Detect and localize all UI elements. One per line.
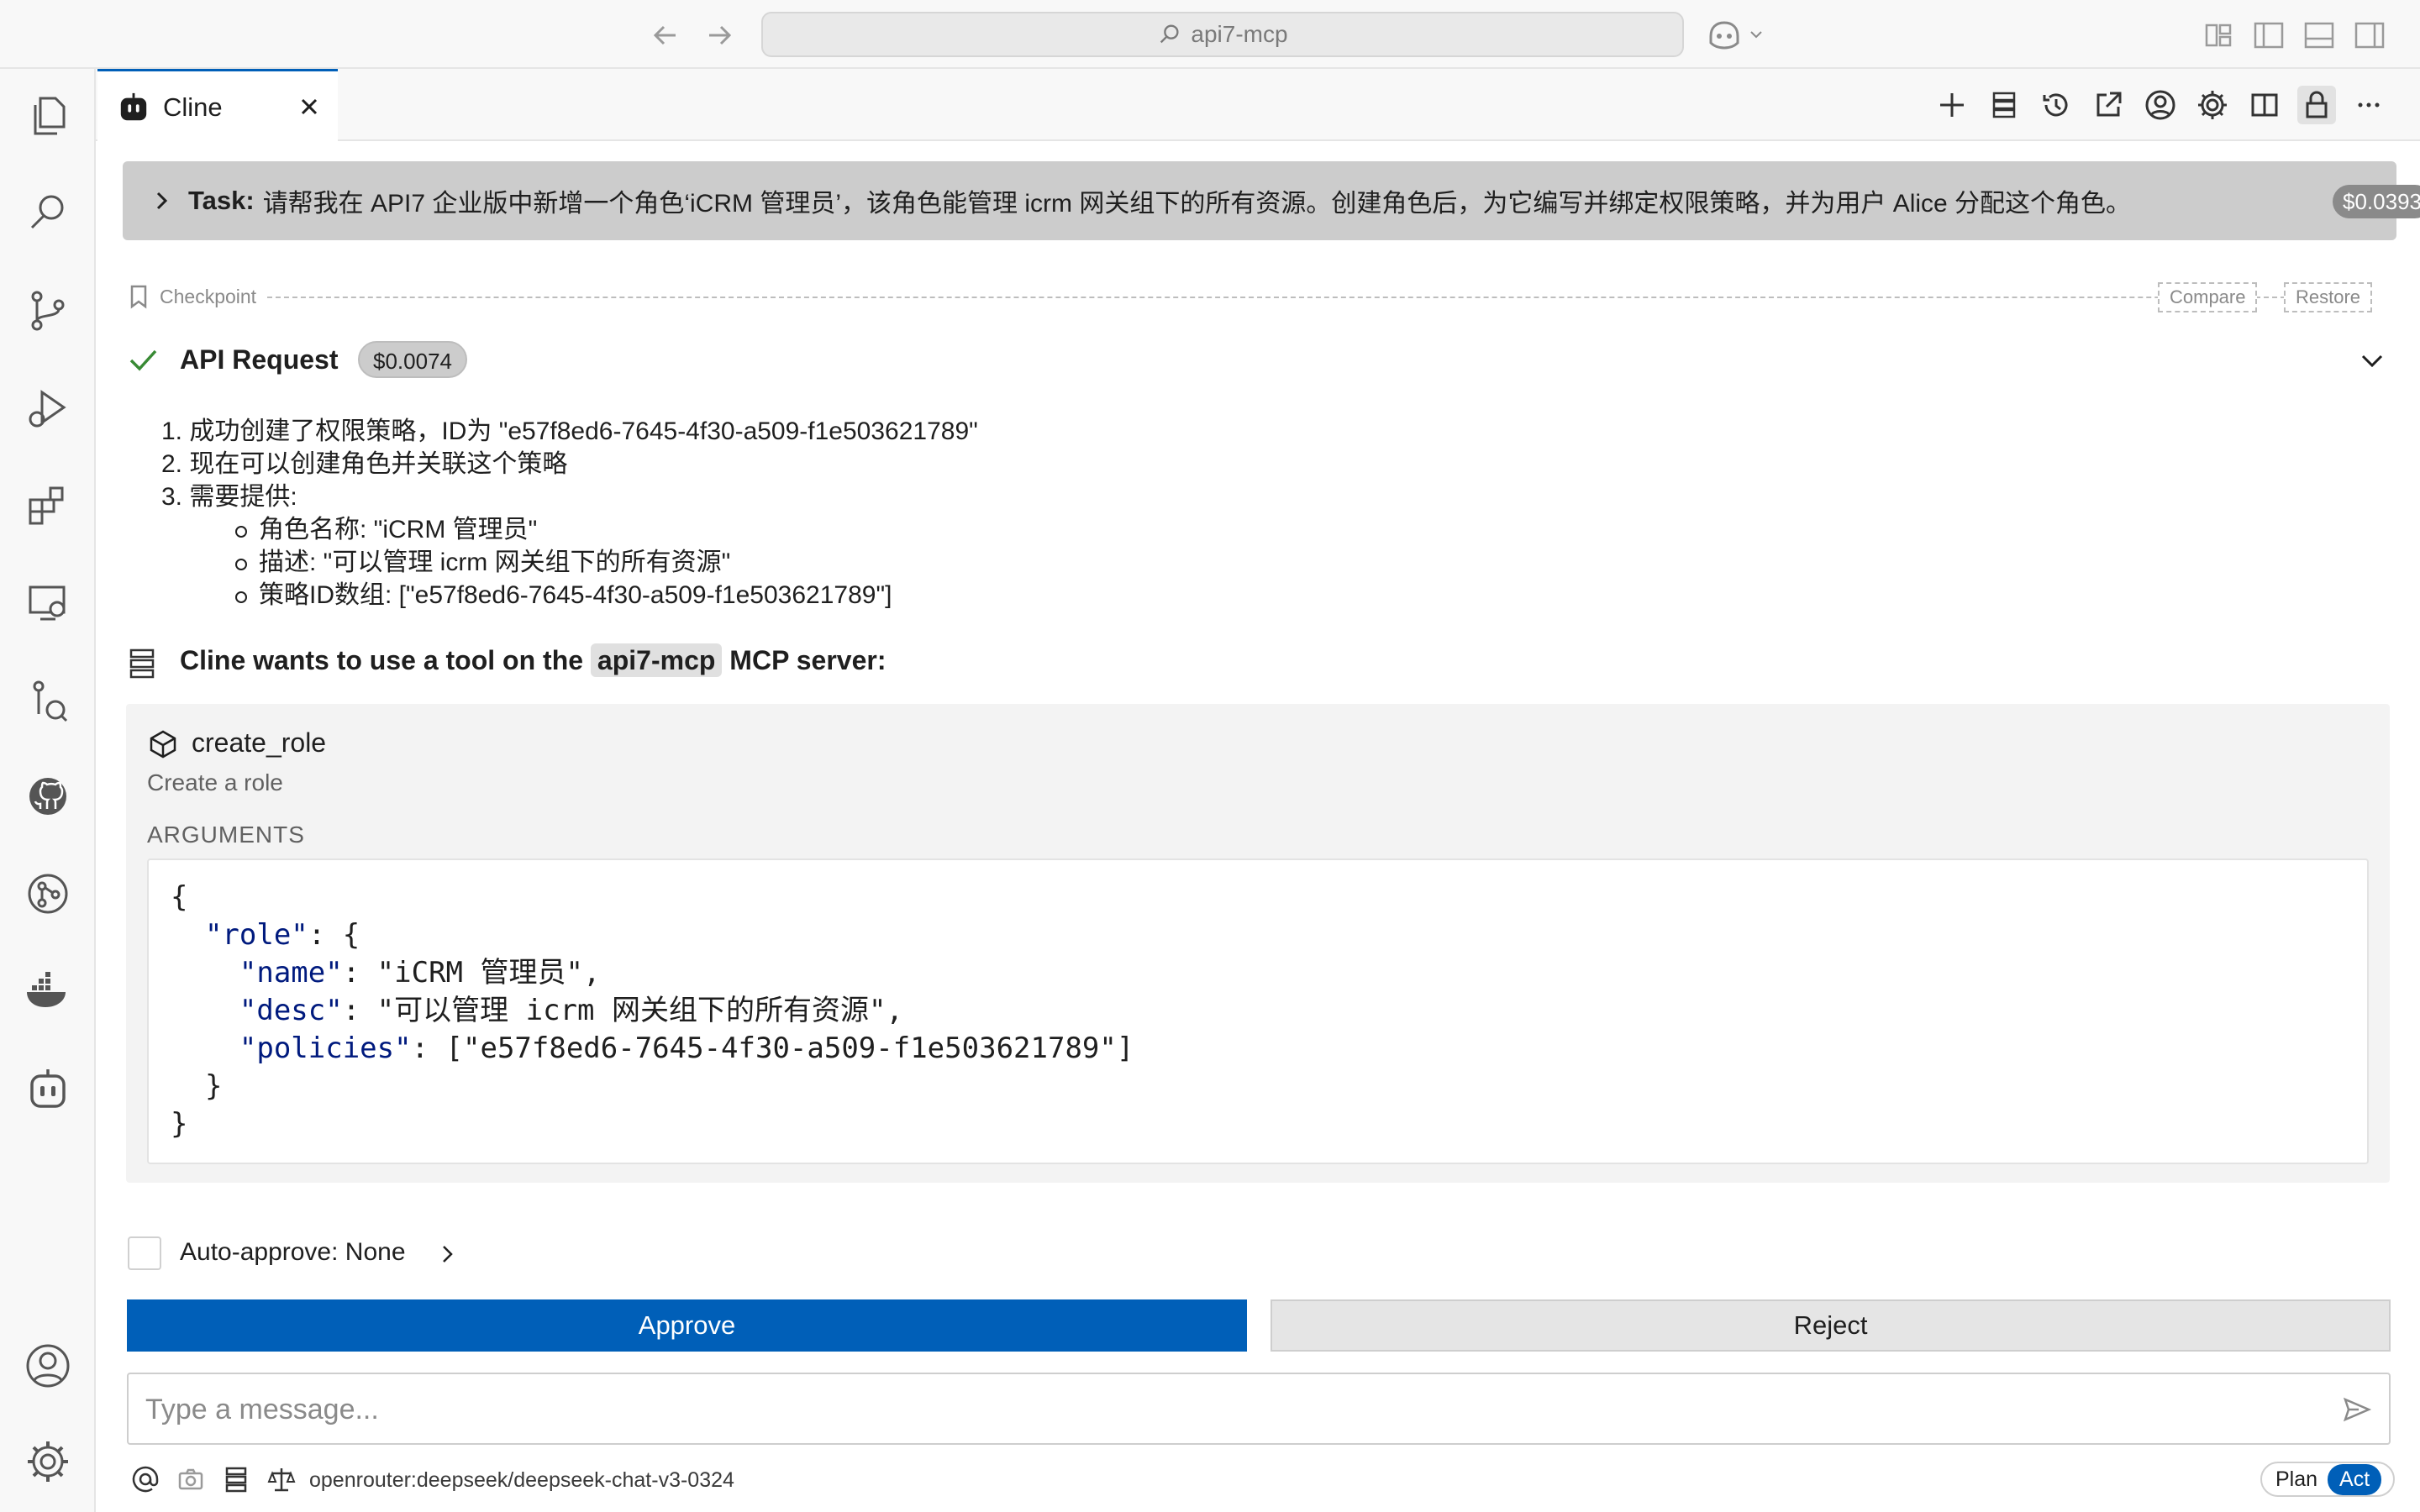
plan-mode-option[interactable]: Plan [2265,1464,2328,1495]
message-box [127,1373,2391,1445]
settings-gear-icon[interactable] [2193,86,2232,124]
chevron-right-icon[interactable] [150,188,175,213]
toggle-primary-sidebar-icon[interactable] [2250,17,2287,54]
sub-list-item: 策略ID数组: ["e57f8ed6-7645-4f30-a509-f1e503… [161,579,978,612]
task-label: Task: [188,186,255,215]
compare-button[interactable]: Compare [2158,282,2258,312]
remote-explorer-icon[interactable] [23,578,73,628]
manage-gear-icon[interactable] [23,1436,73,1487]
new-task-plus-icon[interactable] [1933,86,1971,124]
back-arrow-icon[interactable] [647,17,684,54]
task-header[interactable]: Task: 请帮我在 API7 企业版中新增一个角色‘iCRM 管理员’，该角色… [123,161,2420,240]
mcp-servers-icon[interactable] [1985,86,2023,124]
tab-cline[interactable]: Cline [97,69,338,143]
task-text: 请帮我在 API7 企业版中新增一个角色‘iCRM 管理员’，该角色能管理 ic… [262,190,2132,218]
reject-button[interactable]: Reject [1270,1299,2391,1352]
cline-tab-icon [120,92,147,120]
camera-icon[interactable] [176,1465,205,1494]
more-actions-icon[interactable] [2349,86,2388,124]
search-text: api7-mcp [1191,21,1288,47]
list-item: 1. 成功创建了权限策略，ID为 "e57f8ed6-7645-4f30-a50… [161,417,978,445]
restore-button[interactable]: Restore [2284,282,2373,312]
message-input[interactable] [145,1389,2296,1430]
send-icon[interactable] [2340,1393,2374,1426]
forward-arrow-icon[interactable] [701,17,738,54]
checkmark-icon [129,349,157,371]
gitlens-icon[interactable] [23,869,73,919]
chevron-down-icon [1750,31,1762,39]
package-cube-icon [150,730,176,759]
rules-scale-icon[interactable] [267,1465,296,1494]
toggle-secondary-sidebar-icon[interactable] [2351,17,2388,54]
chat-footer: openrouter:deepseek/deepseek-chat-v3-032… [128,1462,2396,1499]
act-mode-option[interactable]: Act [2328,1463,2382,1495]
split-editor-icon[interactable] [2245,86,2284,124]
title-bar: api7-mcp [0,0,2420,69]
api-request-cost-badge: $0.0074 [358,341,467,378]
docker-icon[interactable] [23,966,73,1016]
server-icon [129,648,155,679]
chevron-right-icon[interactable] [437,1242,459,1267]
tool-name: create_role [192,727,327,758]
model-selector[interactable]: openrouter:deepseek/deepseek-chat-v3-032… [309,1468,734,1493]
popout-icon[interactable] [2089,86,2128,124]
explorer-icon[interactable] [23,91,73,141]
run-debug-icon[interactable] [23,383,73,433]
mcp-servers-icon[interactable] [222,1465,250,1494]
chevron-down-icon[interactable] [2358,346,2386,375]
list-item: 2. 现在可以创建角色并关联这个策略 [161,450,568,478]
github-icon[interactable] [23,771,73,822]
cline-robot-icon[interactable] [23,1063,73,1114]
list-item: 3. 需要提供: [161,483,297,511]
bookmark-icon [130,285,147,309]
search-icon[interactable] [23,186,73,237]
copilot-icon [1709,21,1739,50]
auto-approve-checkbox[interactable] [128,1236,161,1270]
task-cost-badge: $0.0393 [2333,185,2420,218]
at-mention-icon[interactable] [131,1465,160,1494]
arguments-label: ARGUMENTS [147,822,305,848]
history-icon[interactable] [2037,86,2075,124]
mcp-server-name: api7-mcp [590,643,723,677]
source-control-icon[interactable] [23,286,73,336]
close-icon[interactable] [294,92,324,122]
git-graph-icon[interactable] [23,675,73,726]
checkpoint-row: Checkpoint Compare Restore [128,282,2396,312]
plan-act-toggle[interactable]: Plan Act [2260,1462,2395,1497]
checkpoint-label: Checkpoint [160,286,257,307]
auto-approve-label[interactable]: Auto-approve: None [180,1238,406,1267]
copilot-menu[interactable] [1706,15,1773,54]
lock-icon[interactable] [2297,86,2336,124]
sub-list-item: 描述: "可以管理 icrm 网关组下的所有资源" [161,546,978,579]
sub-list-item: 角色名称: "iCRM 管理员" [161,513,978,546]
tool-description: Create a role [147,769,283,795]
search-icon [1160,24,1179,44]
approve-button[interactable]: Approve [127,1299,1247,1352]
account-icon[interactable] [23,1341,73,1391]
mcp-request-title: Cline wants to use a tool on the api7-mc… [180,643,886,677]
extensions-icon[interactable] [23,480,73,531]
editor-tab-bar: Cline [96,69,2420,143]
tool-card: create_role Create a role ARGUMENTS { "r… [126,704,2390,1183]
api-response-list: 1. 成功创建了权限策略，ID为 "e57f8ed6-7645-4f30-a50… [161,415,978,612]
customize-layout-icon[interactable] [2200,17,2237,54]
tab-label: Cline [163,92,223,122]
toggle-panel-icon[interactable] [2301,17,2338,54]
api-request-title: API Request [180,344,339,375]
arguments-json: { "role": { "name": "iCRM 管理员", "desc": … [147,858,2369,1164]
checkpoint-divider [267,297,2286,298]
command-center-search[interactable]: api7-mcp [761,12,1684,57]
account-icon[interactable] [2141,86,2180,124]
